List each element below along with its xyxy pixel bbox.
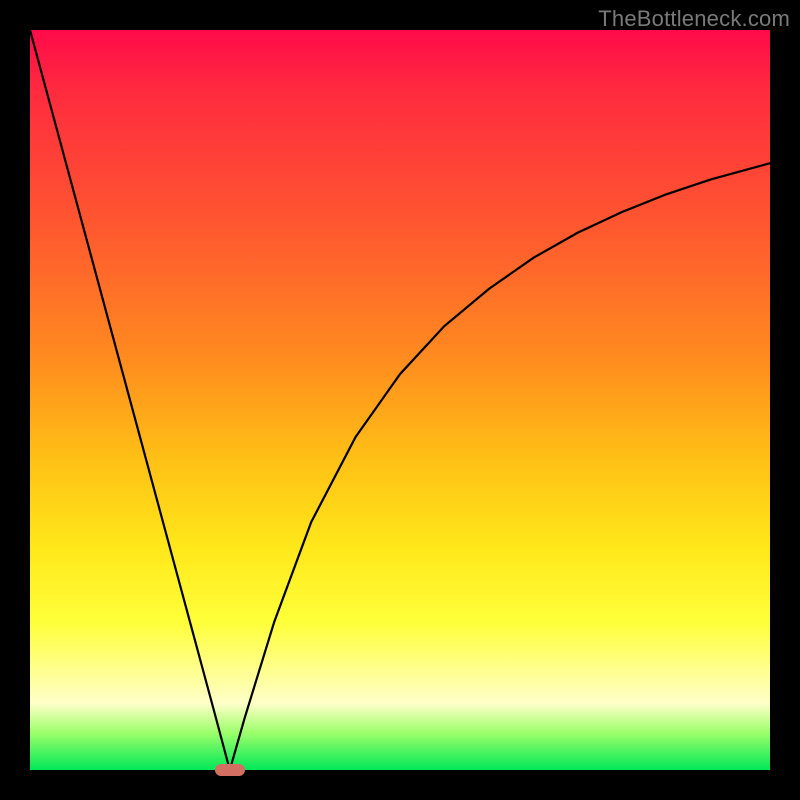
chart-frame: TheBottleneck.com [0, 0, 800, 800]
curve-path [30, 30, 770, 770]
curve-svg [30, 30, 770, 770]
bottleneck-marker [215, 764, 245, 776]
watermark-text: TheBottleneck.com [598, 6, 790, 32]
plot-area [30, 30, 770, 770]
